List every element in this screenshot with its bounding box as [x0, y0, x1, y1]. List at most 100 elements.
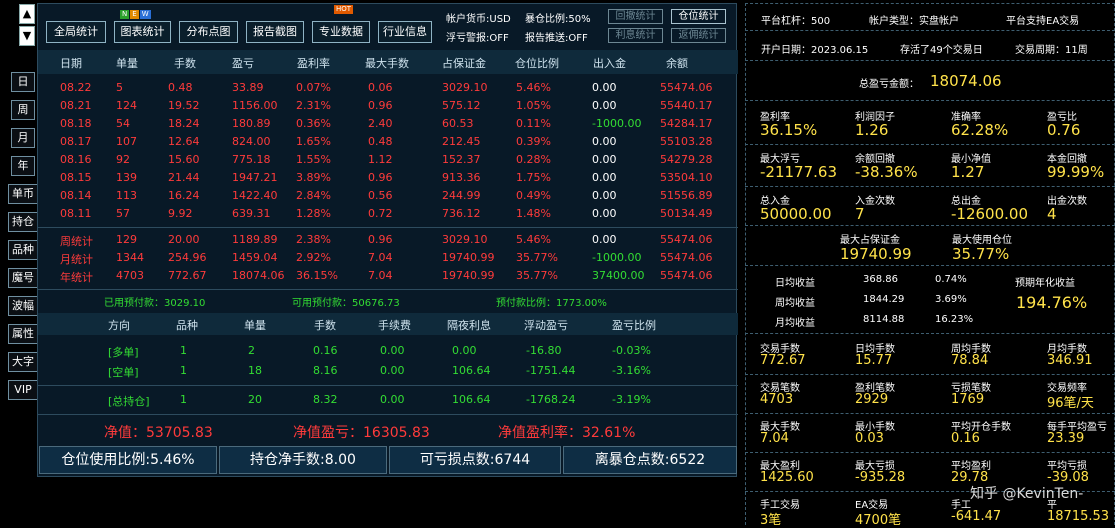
cell: 1.75% [516, 171, 551, 184]
table-row[interactable]: 08.16 92 15.60 775.18 1.55% 1.12 152.37 0.28% 0.… [38, 151, 738, 168]
pos-col-direction: 方向 [108, 319, 130, 332]
metric-value: 1769 [951, 392, 985, 407]
side-btn-attributes[interactable]: 属性 [8, 324, 38, 344]
report-screenshot-button[interactable]: 报告截图 [246, 21, 304, 43]
scroll-down-icon[interactable]: ▼ [19, 26, 35, 46]
cell: 60.53 [442, 117, 474, 130]
net-pl: 净值盈亏：16305.83 [293, 425, 430, 441]
side-btn-month[interactable]: 月 [11, 128, 35, 148]
cell: 51556.89 [660, 189, 713, 202]
position-row[interactable]: [多单] 1 2 0.16 0.00 0.00 -16.80 -0.03% [38, 342, 738, 359]
max-margin-label: 最大占保证金 [840, 235, 900, 246]
distribution-chart-button[interactable]: 分布点图 [179, 21, 238, 43]
cell: 0.39% [516, 135, 551, 148]
position-row[interactable]: [空单] 1 18 8.16 0.00 106.64 -1751.44 -3.16% [38, 362, 738, 379]
side-btn-week[interactable]: 周 [11, 100, 35, 120]
metric-value: 7 [855, 205, 865, 223]
cell: 20.00 [168, 233, 200, 246]
metric-value: -641.47 [951, 509, 1002, 524]
side-btn-bigfont[interactable]: 大字 [8, 352, 38, 372]
summary-row[interactable]: 年统计 4703 772.67 18074.06 36.15% 7.04 19740.99 3… [38, 267, 738, 284]
metric-value: 4700笔 [855, 513, 902, 528]
position-stats-button[interactable]: 仓位统计 [671, 9, 726, 24]
col-orders: 单量 [116, 57, 138, 70]
table-row[interactable]: 08.22 5 0.48 33.89 0.07% 0.06 3029.10 5.46% 0.00… [38, 79, 738, 96]
annual-return-label: 预期年化收益 [1015, 278, 1075, 289]
cell: 113 [116, 189, 137, 202]
cell: 0.06 [368, 81, 393, 94]
cell: 08.22 [60, 81, 92, 94]
total-pl-label: 总盈亏金额： [859, 79, 919, 90]
side-btn-symbol[interactable]: 品种 [8, 240, 38, 260]
side-btn-amplitude[interactable]: 波幅 [8, 296, 38, 316]
col-deposit: 出入金 [593, 57, 626, 70]
cell: 55440.17 [660, 99, 713, 112]
side-btn-vip[interactable]: VIP [8, 380, 38, 400]
interest-stats-button[interactable]: 利息统计 [608, 28, 663, 43]
rebate-stats-button[interactable]: 返佣统计 [671, 28, 726, 43]
cell: 124 [116, 99, 137, 112]
pro-data-button[interactable]: 专业数据 [312, 21, 370, 43]
cell: 0.48 [168, 81, 193, 94]
metric-value: -38.36% [855, 163, 918, 181]
position-total-row[interactable]: [总持仓] 1 20 8.32 0.00 106.64 -1768.24 -3.19% [38, 391, 738, 408]
col-lots: 手数 [174, 57, 196, 70]
pos-col-ratio: 盈亏比例 [612, 319, 656, 332]
chart-stats-button[interactable]: 图表统计 [114, 21, 171, 43]
cell: 1 [180, 393, 187, 406]
cell: 3.89% [296, 171, 331, 184]
side-btn-magic[interactable]: 魔号 [8, 268, 38, 288]
side-btn-currency[interactable]: 单币 [8, 184, 38, 204]
metric-value: 1.27 [951, 163, 985, 181]
cell: 0.48 [368, 135, 393, 148]
cell: 15.60 [168, 153, 200, 166]
col-position-ratio: 仓位比例 [515, 57, 559, 70]
metric-value: 99.99% [1047, 163, 1105, 181]
global-stats-button[interactable]: 全局统计 [46, 21, 106, 43]
summary-row[interactable]: 月统计 1344 254.96 1459.04 2.92% 7.04 19740.99 35.… [38, 249, 738, 266]
new-badge-n: N [120, 10, 130, 19]
cell: 1.55% [296, 153, 331, 166]
avg-pct: 0.74% [935, 274, 967, 285]
avg-pct: 3.69% [935, 294, 967, 305]
cell: 0.00 [592, 189, 617, 202]
table-row[interactable]: 08.18 54 18.24 180.89 0.36% 2.40 60.53 0.11% -10… [38, 115, 738, 132]
side-btn-year[interactable]: 年 [11, 156, 35, 176]
platform-leverage: 平台杠杆：500 [761, 16, 831, 27]
summary-row[interactable]: 周统计 129 20.00 1189.89 2.38% 0.96 3029.10 5.46% 0… [38, 231, 738, 248]
cell: 2.40 [368, 117, 393, 130]
cell: 7.04 [368, 251, 393, 264]
side-btn-day[interactable]: 日 [11, 72, 35, 92]
cell: 106.64 [452, 364, 491, 377]
cell: 2.84% [296, 189, 331, 202]
cell: 106.64 [452, 393, 491, 406]
cell: 0.96 [368, 99, 393, 112]
drawdown-stats-button[interactable]: 回撤统计 [608, 9, 663, 24]
table-row[interactable]: 08.15 139 21.44 1947.21 3.89% 0.96 913.36 1.75%… [38, 169, 738, 186]
cell: 575.12 [442, 99, 481, 112]
table-row[interactable]: 08.11 57 9.92 639.31 1.28% 0.72 736.12 1.48% 0.0… [38, 205, 738, 222]
cell: 0.00 [380, 364, 405, 377]
pos-col-fee: 手续费 [378, 319, 411, 332]
cell: 18 [248, 364, 262, 377]
report-push: 报告推送:OFF [525, 33, 588, 44]
table-row[interactable]: 08.14 113 16.24 1422.40 2.84% 0.56 244.99 0.49%… [38, 187, 738, 204]
metric-value: 23.39 [1047, 431, 1085, 446]
cell: 1344 [116, 251, 144, 264]
cell: 0.07% [296, 81, 331, 94]
prepay-ratio: 预付款比例：1773.00% [496, 298, 607, 309]
cell: 0.00 [592, 135, 617, 148]
table-row[interactable]: 08.17 107 12.64 824.00 1.65% 0.48 212.45 0.39% 0… [38, 133, 738, 150]
net-value: 净值：53705.83 [104, 425, 213, 441]
side-btn-holdings[interactable]: 持仓 [8, 212, 38, 232]
cell: 0.00 [592, 99, 617, 112]
cell: -1000.00 [592, 117, 642, 130]
col-pl: 盈亏 [232, 57, 254, 70]
industry-info-button[interactable]: 行业信息 [378, 21, 432, 43]
scroll-up-icon[interactable]: ▲ [19, 4, 35, 24]
metric-value: 1.26 [855, 121, 889, 139]
cell: 月统计 [60, 253, 93, 266]
metric-value: 36.15% [760, 121, 818, 139]
table-row[interactable]: 08.21 124 19.52 1156.00 2.31% 0.96 575.12 1.05%… [38, 97, 738, 114]
metric-value: 0.16 [951, 431, 980, 446]
